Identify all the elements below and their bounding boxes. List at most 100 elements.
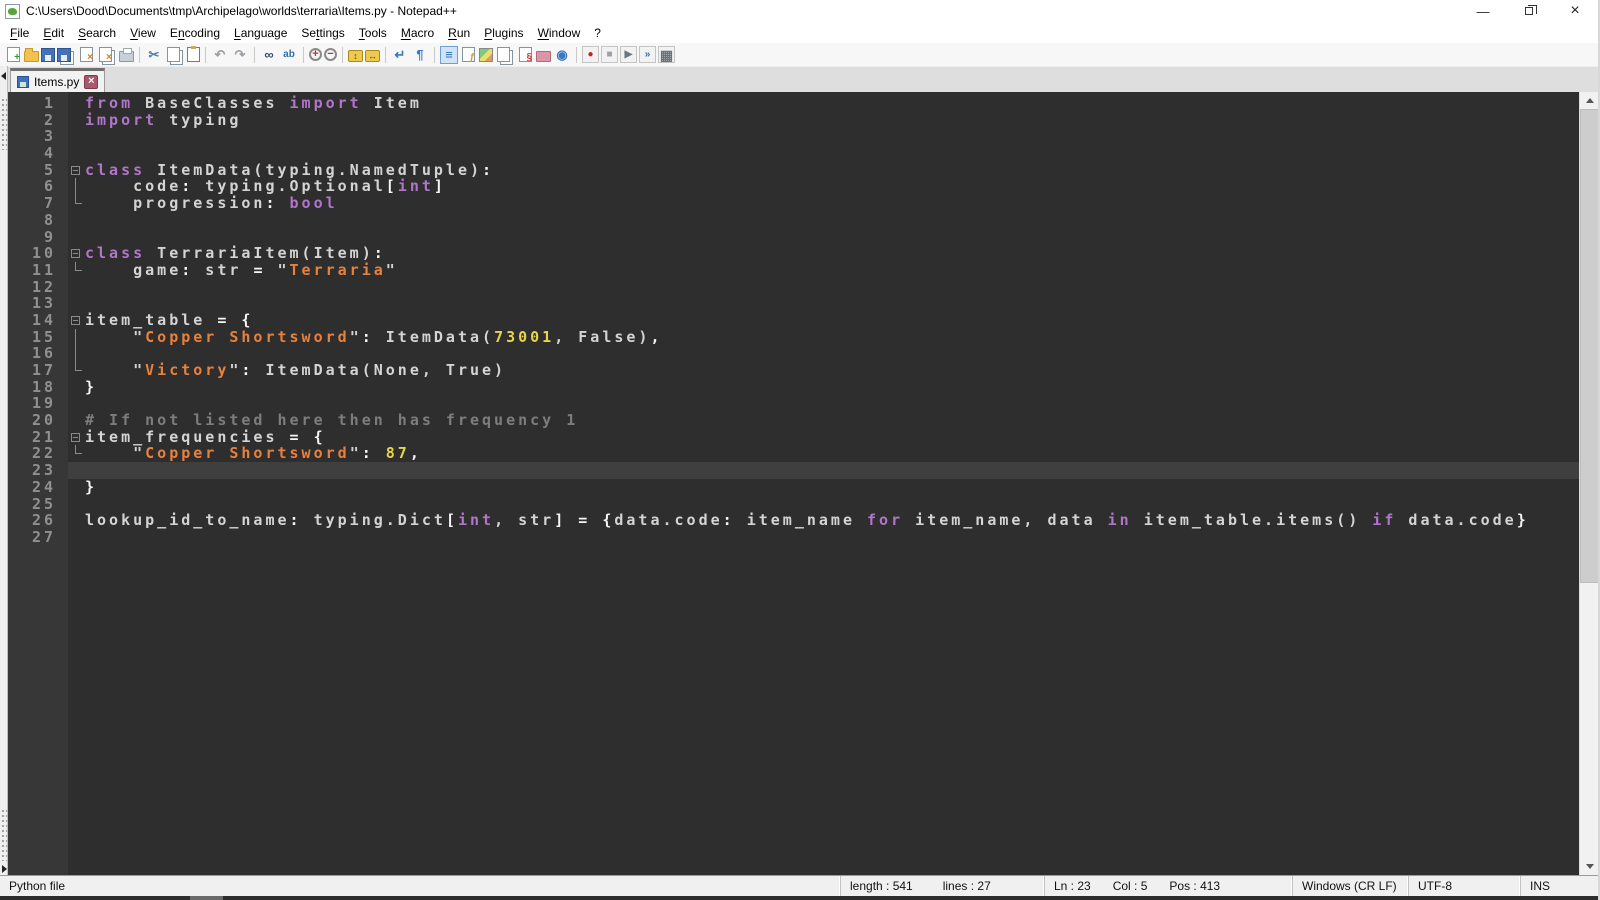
- editor-area[interactable]: 1from BaseClasses import Item2import typ…: [8, 92, 1598, 875]
- indent-guide-icon[interactable]: ≡: [440, 46, 458, 64]
- code-line: 27: [8, 529, 1579, 546]
- code-line: 3: [8, 128, 1579, 145]
- status-insert-mode[interactable]: INS: [1521, 876, 1598, 896]
- code-text: class ItemData(typing.NamedTuple):: [85, 162, 494, 179]
- menu-macro[interactable]: Macro: [394, 23, 441, 43]
- status-pos: Pos : 413: [1169, 879, 1220, 893]
- code-text: "Copper Shortsword": ItemData(73001, Fal…: [85, 329, 663, 346]
- fold-collapse-marker[interactable]: [68, 312, 85, 329]
- new-file-icon[interactable]: +: [7, 47, 20, 62]
- redo-icon[interactable]: ↷: [231, 46, 249, 64]
- code-line: 24}: [8, 479, 1579, 496]
- folder-as-workspace-icon[interactable]: §: [519, 47, 532, 62]
- tab-items-py[interactable]: Items.py ×: [10, 68, 105, 92]
- scroll-up-button[interactable]: [1580, 92, 1598, 109]
- fold-margin: [68, 95, 85, 112]
- code-text: import typing: [85, 112, 241, 129]
- word-wrap-icon[interactable]: ↵: [391, 46, 409, 64]
- paste-icon[interactable]: [187, 47, 200, 62]
- copy-icon[interactable]: [167, 47, 180, 62]
- restore-icon: [1525, 7, 1533, 15]
- toolbar-separator: [342, 47, 343, 63]
- record-macro-icon[interactable]: ●: [582, 46, 599, 63]
- zoom-in-icon[interactable]: +: [309, 48, 322, 61]
- collapse-left-icon[interactable]: [1, 72, 6, 80]
- cut-icon[interactable]: ✂: [145, 46, 163, 64]
- fold-margin: [68, 462, 85, 479]
- code-line: 26lookup_id_to_name: typing.Dict[int, st…: [8, 512, 1579, 529]
- toolbar-separator: [254, 47, 255, 63]
- code-line: 11 game: str = "Terraria": [8, 262, 1579, 279]
- menu-[interactable]: ?: [587, 23, 608, 43]
- menu-file[interactable]: File: [3, 23, 36, 43]
- tab-close-icon[interactable]: ×: [84, 75, 98, 89]
- document-list-icon[interactable]: [497, 47, 510, 62]
- menu-edit[interactable]: Edit: [36, 23, 71, 43]
- code-text: # If not listed here then has frequency …: [85, 412, 578, 429]
- function-list-icon[interactable]: ƒ: [462, 47, 475, 62]
- save-icon[interactable]: [41, 48, 55, 62]
- undo-icon[interactable]: ↶: [211, 46, 229, 64]
- menu-window[interactable]: Window: [531, 23, 588, 43]
- menu-search[interactable]: Search: [71, 23, 123, 43]
- line-number: 9: [8, 229, 68, 246]
- sync-horizontal-icon[interactable]: ↔: [365, 50, 380, 62]
- fold-margin: [68, 345, 85, 362]
- scroll-down-button[interactable]: [1580, 858, 1598, 875]
- find-icon[interactable]: ∞: [260, 46, 278, 64]
- fold-margin: [68, 496, 85, 513]
- project-panel-icon[interactable]: [536, 51, 551, 62]
- play-macro-icon[interactable]: ▶: [620, 46, 637, 63]
- code-text: from BaseClasses import Item: [85, 95, 422, 112]
- fold-margin: [68, 212, 85, 229]
- line-number: 22: [8, 445, 68, 462]
- fold-margin: [68, 479, 85, 496]
- fold-margin: [68, 329, 85, 346]
- menu-language[interactable]: Language: [227, 23, 294, 43]
- document-map-icon[interactable]: [479, 48, 493, 62]
- line-number: 8: [8, 212, 68, 229]
- run-macro-multi-icon[interactable]: »: [639, 46, 656, 63]
- vertical-scrollbar[interactable]: [1579, 92, 1598, 875]
- fold-collapse-marker[interactable]: [68, 429, 85, 446]
- restore-button[interactable]: [1506, 0, 1552, 22]
- replace-icon[interactable]: ab: [280, 46, 298, 64]
- collapse-right-icon[interactable]: [2, 865, 7, 873]
- open-folder-icon[interactable]: [24, 51, 39, 62]
- print-icon[interactable]: [119, 51, 134, 62]
- close-doc-icon[interactable]: ×: [80, 47, 93, 62]
- close-button[interactable]: ×: [1552, 0, 1598, 22]
- menu-plugins[interactable]: Plugins: [477, 23, 530, 43]
- toolbar: +××✂↶↷∞ab+−↕↔↵¶≡ƒ§◉●■▶»▦: [0, 43, 1598, 67]
- close-all-icon[interactable]: ×: [99, 47, 112, 62]
- sync-vertical-icon[interactable]: ↕: [348, 50, 363, 62]
- code-line: 13: [8, 295, 1579, 312]
- toolbar-separator: [205, 47, 206, 63]
- show-all-chars-icon[interactable]: ¶: [411, 46, 429, 64]
- code-line: 1from BaseClasses import Item: [8, 95, 1579, 112]
- zoom-out-icon[interactable]: −: [324, 48, 337, 61]
- line-number: 5: [8, 162, 68, 179]
- status-eol-format[interactable]: Windows (CR LF): [1293, 876, 1409, 896]
- status-encoding[interactable]: UTF-8: [1409, 876, 1521, 896]
- code-lines[interactable]: 1from BaseClasses import Item2import typ…: [8, 92, 1579, 546]
- menu-tools[interactable]: Tools: [352, 23, 394, 43]
- save-macro-icon[interactable]: ▦: [658, 46, 675, 63]
- code-line: 2import typing: [8, 112, 1579, 129]
- menu-encoding[interactable]: Encoding: [163, 23, 227, 43]
- fold-collapse-marker[interactable]: [68, 245, 85, 262]
- scrollbar-thumb[interactable]: [1580, 109, 1598, 583]
- taskbar-edge: [0, 896, 1598, 900]
- menu-view[interactable]: View: [123, 23, 163, 43]
- monitoring-icon[interactable]: ◉: [553, 46, 571, 64]
- fold-collapse-marker[interactable]: [68, 162, 85, 179]
- minimize-button[interactable]: —: [1460, 0, 1506, 22]
- menu-settings[interactable]: Settings: [294, 23, 351, 43]
- save-all-icon[interactable]: [57, 48, 71, 62]
- line-number: 27: [8, 529, 68, 546]
- stop-record-icon[interactable]: ■: [601, 46, 618, 63]
- dock-splitter[interactable]: [0, 66, 8, 875]
- line-number: 7: [8, 195, 68, 212]
- code-line: 6 code: typing.Optional[int]: [8, 178, 1579, 195]
- menu-run[interactable]: Run: [441, 23, 477, 43]
